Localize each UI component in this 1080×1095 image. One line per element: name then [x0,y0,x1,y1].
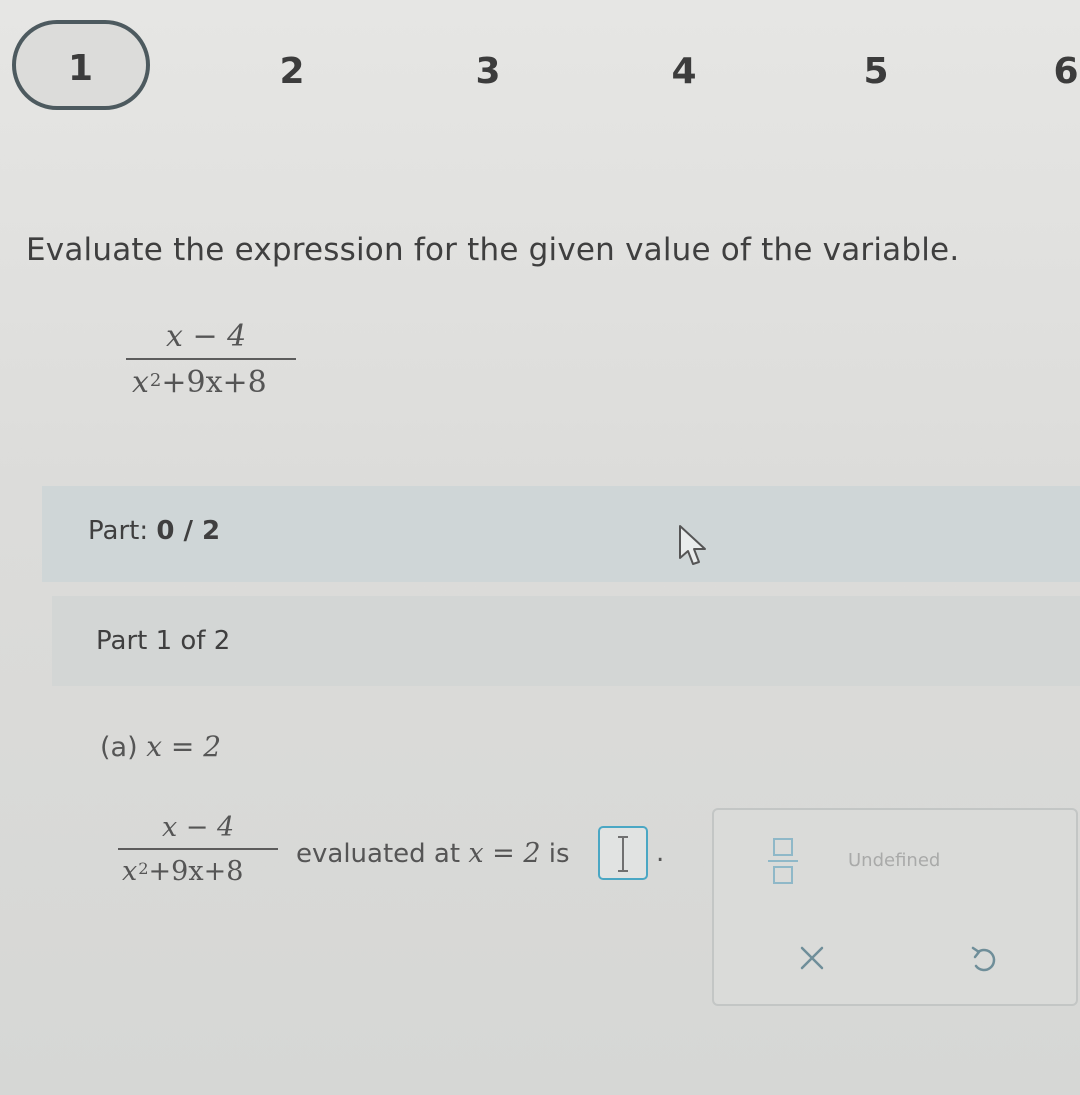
denominator-exponent: 2 [149,369,162,391]
part-progress-count: 0 / 2 [156,516,221,546]
part-1-label: Part 1 of 2 [96,626,231,656]
step-4[interactable]: 4 [654,42,714,102]
denominator-base: x [132,365,149,400]
step-1-current[interactable]: 1 [12,20,150,110]
part-progress-prefix: Part: [88,516,149,546]
expression-denominator: x2+9x+8 [126,364,296,406]
answer-denominator-exponent: 2 [138,859,149,879]
question-navigation: 1 2 3 4 5 6 [0,0,1080,150]
answer-denominator: x2+9x+8 [118,856,278,891]
x-icon[interactable] [792,938,832,978]
part-progress-label: Part: 0 / 2 [88,516,220,546]
question-prompt: Evaluate the expression for the given va… [26,232,960,268]
answer-denominator-rest: +9x+8 [148,856,244,887]
answer-condition: x = 2 [468,838,541,869]
step-5[interactable]: 5 [846,42,906,102]
step-2[interactable]: 2 [262,42,322,102]
answer-sentence: evaluated at x = 2 is [296,838,570,869]
fraction-bar [126,358,296,360]
undo-icon[interactable] [964,940,1004,980]
undefined-button[interactable]: Undefined [848,850,940,871]
answer-input[interactable] [598,826,648,880]
denominator-rest: +9x+8 [161,365,267,400]
answer-text-before: evaluated at [296,839,461,869]
expression-fraction: x − 4 x2+9x+8 [126,318,296,406]
subquestion-a: (a) x = 2 [100,730,221,763]
text-cursor-icon [618,836,628,872]
subquestion-label: (a) [100,732,138,763]
part-1-bar: Part 1 of 2 [52,596,1080,686]
expression-numerator: x − 4 [166,319,247,354]
math-tool-palette: Undefined [712,808,1078,1006]
fraction-line-icon [768,860,798,862]
subquestion-condition: x = 2 [146,730,222,763]
answer-fraction-bar [118,848,278,850]
answer-expression-fraction: x − 4 x2+9x+8 [118,812,278,891]
fraction-template-icon[interactable] [766,834,800,890]
answer-numerator: x − 4 [162,812,235,843]
answer-text-after: is [548,839,570,869]
answer-denominator-base: x [122,856,138,887]
fraction-denominator-box-icon [773,866,793,884]
answer-period: . [656,838,665,868]
mouse-pointer-icon [679,525,706,565]
step-3[interactable]: 3 [458,42,518,102]
step-6[interactable]: 6 [1036,42,1080,102]
fraction-numerator-box-icon [773,838,793,856]
part-progress-bar: Part: 0 / 2 [42,486,1080,582]
